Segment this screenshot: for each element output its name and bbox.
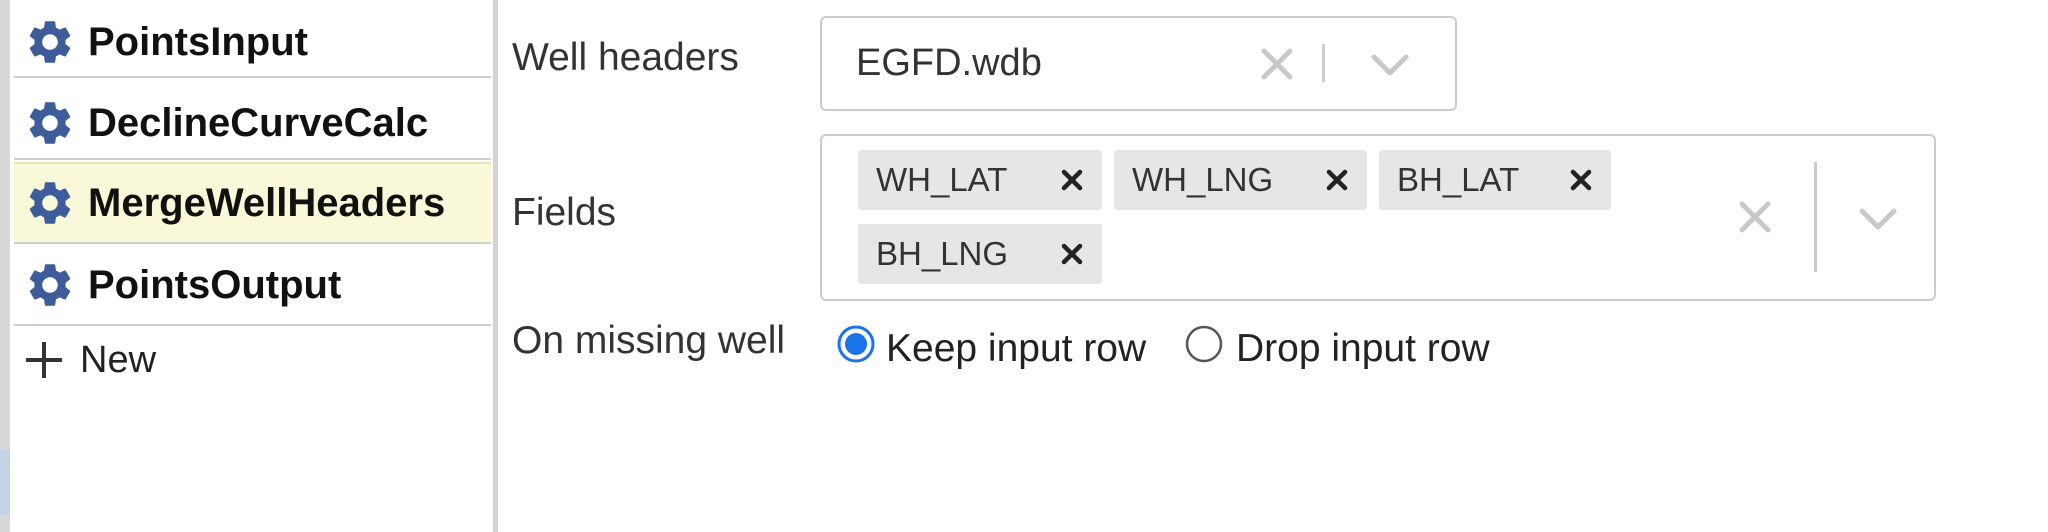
- select-divider: [1814, 162, 1817, 272]
- clear-icon[interactable]: [1260, 47, 1294, 81]
- chevron-down-icon[interactable]: [1858, 206, 1898, 232]
- gear-icon: [29, 264, 71, 306]
- keep-input-row-label: Keep input row: [886, 327, 1147, 370]
- fields-label: Fields: [512, 191, 617, 234]
- chip-remove-icon[interactable]: [1551, 150, 1611, 210]
- chip-label: BH_LNG: [876, 235, 1009, 272]
- gear-icon: [29, 102, 71, 144]
- new-step-button[interactable]: New: [24, 334, 156, 386]
- fields-multiselect[interactable]: WH_LAT WH_LNG BH_LAT BH_LNG: [820, 134, 1936, 301]
- chip-label: WH_LAT: [876, 161, 1008, 198]
- well-headers-value: EGFD.wdb: [856, 42, 1042, 84]
- plus-icon: [26, 342, 62, 378]
- drop-input-row-radio[interactable]: [1184, 324, 1224, 364]
- clear-icon[interactable]: [1738, 200, 1772, 234]
- keep-input-row-radio[interactable]: [836, 324, 876, 364]
- well-headers-select[interactable]: EGFD.wdb: [820, 16, 1457, 111]
- new-step-label: New: [80, 338, 157, 381]
- step-merge-well-headers[interactable]: MergeWellHeaders: [14, 162, 491, 244]
- gear-icon: [29, 21, 71, 63]
- step-decline-curve-calc[interactable]: DeclineCurveCalc: [14, 88, 491, 160]
- well-headers-label: Well headers: [512, 36, 739, 79]
- step-label: PointsOutput: [88, 262, 342, 307]
- left-edge-accent: [0, 450, 10, 515]
- step-label: MergeWellHeaders: [88, 180, 446, 225]
- field-chip-bh-lat: BH_LAT: [1379, 150, 1611, 210]
- step-label: PointsInput: [88, 19, 308, 64]
- chevron-down-icon[interactable]: [1370, 52, 1410, 78]
- select-divider: [1322, 44, 1325, 82]
- gear-icon: [29, 182, 71, 224]
- chip-remove-icon[interactable]: [1307, 150, 1367, 210]
- step-points-input[interactable]: PointsInput: [14, 8, 491, 78]
- chip-remove-icon[interactable]: [1042, 150, 1102, 210]
- step-label: DeclineCurveCalc: [88, 100, 429, 145]
- step-points-output[interactable]: PointsOutput: [14, 246, 491, 326]
- chip-label: WH_LNG: [1132, 161, 1274, 198]
- on-missing-well-label: On missing well: [512, 319, 786, 362]
- field-chip-bh-lng: BH_LNG: [858, 224, 1102, 284]
- chip-remove-icon[interactable]: [1042, 224, 1102, 284]
- field-chip-wh-lat: WH_LAT: [858, 150, 1102, 210]
- field-chip-wh-lng: WH_LNG: [1114, 150, 1367, 210]
- chip-label: BH_LAT: [1397, 161, 1520, 198]
- drop-input-row-label: Drop input row: [1236, 327, 1490, 370]
- pipeline-sidebar: PointsInput DeclineCurveCalc MergeWellHe…: [10, 0, 498, 532]
